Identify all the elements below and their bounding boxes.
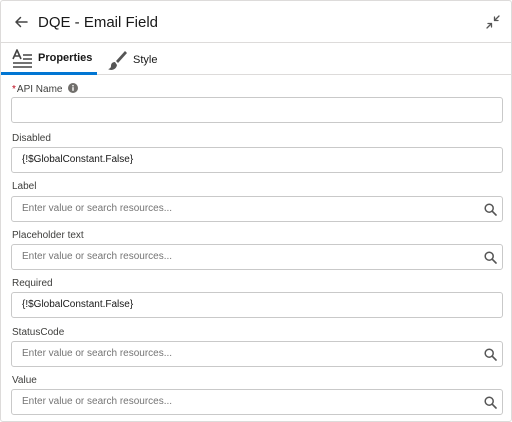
disabled-label: Disabled: [12, 133, 51, 144]
back-arrow-icon[interactable]: [12, 13, 30, 31]
required-asterisk: *: [12, 84, 16, 95]
placeholder-text-input[interactable]: Enter value or search resources...: [11, 244, 503, 270]
label-field-label: Label: [12, 181, 37, 192]
info-icon[interactable]: [68, 83, 79, 93]
disabled-input[interactable]: {!$GlobalConstant.False}: [11, 147, 503, 173]
tab-style[interactable]: Style: [105, 44, 165, 75]
label-input[interactable]: Enter value or search resources...: [11, 196, 503, 222]
value-input[interactable]: Enter value or search resources...: [11, 389, 503, 415]
panel-header: DQE - Email Field: [1, 1, 511, 43]
tab-properties[interactable]: Properties: [1, 44, 97, 75]
disabled-value: {!$GlobalConstant.False}: [22, 154, 134, 165]
collapse-icon[interactable]: [486, 15, 500, 29]
properties-panel: DQE - Email Field Properties Style *API …: [0, 0, 512, 422]
status-code-label: StatusCode: [12, 327, 65, 338]
placeholder-text-label: Placeholder text: [12, 230, 84, 241]
api-name-label: API Name: [16, 84, 63, 95]
tab-bar: Properties Style: [1, 44, 511, 75]
value-placeholder: Enter value or search resources...: [22, 396, 173, 407]
required-label: Required: [12, 278, 53, 289]
placeholder-text-placeholder: Enter value or search resources...: [22, 251, 173, 262]
api-name-input[interactable]: [11, 97, 503, 123]
tab-style-label: Style: [133, 53, 158, 66]
panel-title: DQE - Email Field: [38, 14, 159, 31]
search-icon[interactable]: [484, 348, 497, 361]
status-code-placeholder: Enter value or search resources...: [22, 348, 173, 359]
tab-properties-label: Properties: [38, 52, 93, 64]
required-value: {!$GlobalConstant.False}: [22, 299, 134, 310]
value-label: Value: [12, 375, 37, 386]
properties-icon: [12, 49, 32, 68]
search-icon[interactable]: [484, 396, 497, 409]
search-icon[interactable]: [484, 203, 497, 216]
api-name-label-row: *API Name: [12, 83, 79, 96]
search-icon[interactable]: [484, 251, 497, 264]
required-input[interactable]: {!$GlobalConstant.False}: [11, 292, 503, 318]
label-placeholder: Enter value or search resources...: [22, 203, 173, 214]
brush-icon: [108, 50, 127, 70]
status-code-input[interactable]: Enter value or search resources...: [11, 341, 503, 367]
